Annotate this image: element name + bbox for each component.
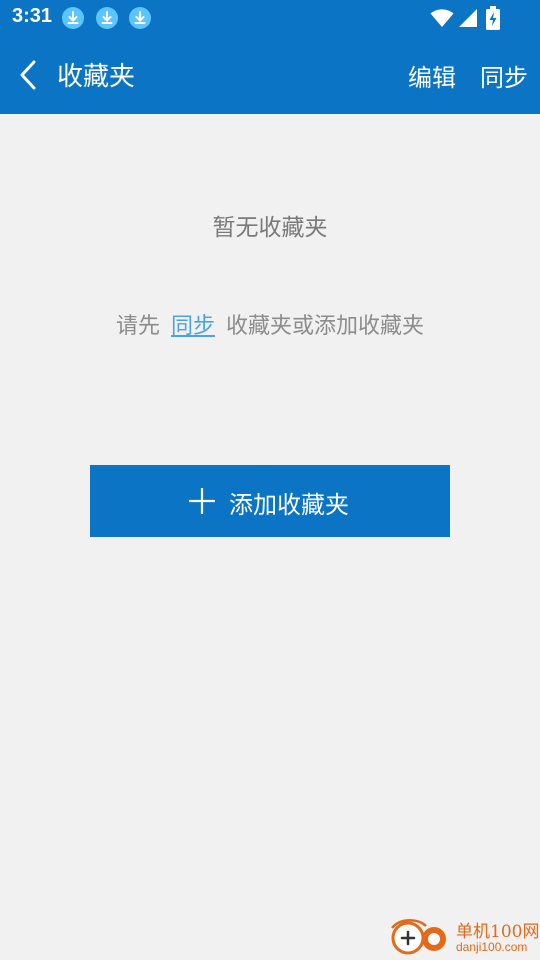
add-favorites-label: 添加收藏夹 [229,491,349,519]
page-title: 收藏夹 [57,62,136,92]
status-bar: 3:31 [0,0,540,36]
watermark: 单机100网 danji100.com [390,916,540,956]
add-favorites-button[interactable]: 添加收藏夹 [90,465,450,537]
signal-icon [459,9,477,27]
sync-button[interactable]: 同步 [480,58,528,93]
empty-state-hint: 请先 同步 收藏夹或添加收藏夹 [0,308,540,340]
sync-link[interactable]: 同步 [171,314,215,339]
plus-icon [189,488,215,514]
battery-charging-icon [486,6,500,30]
watermark-name: 单机100网 [456,922,540,942]
toolbar: 收藏夹 编辑 同步 [0,36,540,114]
download-icon [96,7,118,29]
watermark-url: danji100.com [456,940,528,954]
back-button[interactable] [8,51,48,99]
watermark-logo-icon [391,919,446,955]
download-icon [62,7,84,29]
empty-state-title: 暂无收藏夹 [212,215,328,241]
status-time: 3:31 [12,5,53,27]
app-header: 3:31 收藏夹 编辑 同步 [0,0,540,114]
hint-prefix: 请先 [115,314,160,339]
edit-button[interactable]: 编辑 [408,58,456,93]
hint-suffix: 收藏夹或添加收藏夹 [226,314,425,339]
download-icon [129,7,151,29]
wifi-icon [430,9,454,27]
back-arrow-icon [20,60,36,90]
